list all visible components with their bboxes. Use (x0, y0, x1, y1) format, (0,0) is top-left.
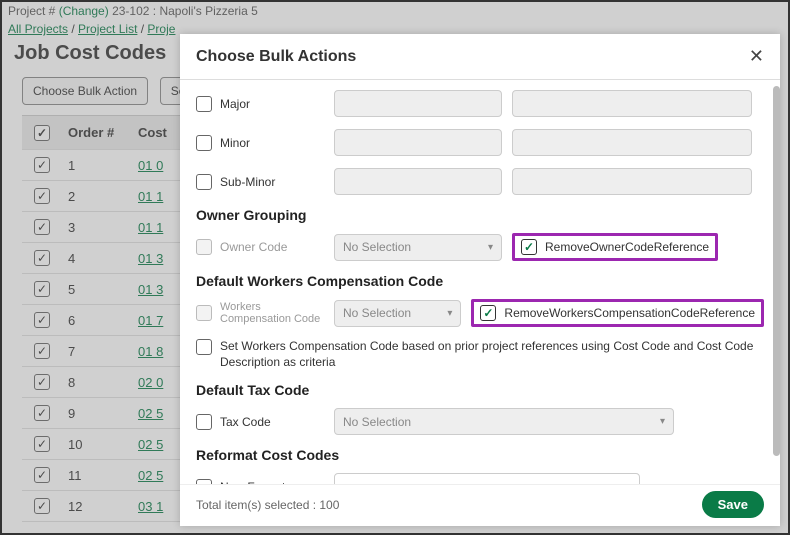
wc-heading: Default Workers Compensation Code (196, 273, 764, 289)
reformat-heading: Reformat Cost Codes (196, 447, 764, 463)
major-checkbox[interactable] (196, 96, 212, 112)
remove-owner-checkbox[interactable] (521, 239, 537, 255)
chevron-down-icon (620, 480, 631, 484)
modal-title: Choose Bulk Actions (196, 48, 356, 66)
remove-wc-label: RemoveWorkersCompensationCodeReference (504, 306, 755, 320)
owner-code-dropdown[interactable]: No Selection (334, 234, 502, 261)
remove-wc-checkbox[interactable] (480, 305, 496, 321)
tax-heading: Default Tax Code (196, 382, 764, 398)
new-format-checkbox[interactable] (196, 479, 212, 484)
remove-owner-highlight: RemoveOwnerCodeReference (512, 233, 718, 261)
subminor-input-2[interactable] (512, 168, 752, 195)
clear-icon[interactable]: x (610, 480, 616, 484)
owner-grouping-heading: Owner Grouping (196, 207, 764, 223)
minor-label: Minor (220, 136, 250, 150)
bulk-actions-modal: Choose Bulk Actions ✕ Major Minor Sub-Mi… (180, 34, 780, 526)
new-format-dropdown[interactable]: x (334, 473, 640, 484)
owner-code-checkbox[interactable] (196, 239, 212, 255)
tax-code-label: Tax Code (220, 415, 271, 429)
subminor-input-1[interactable] (334, 168, 502, 195)
close-icon[interactable]: ✕ (749, 46, 764, 67)
set-wc-note-checkbox[interactable] (196, 339, 212, 355)
major-input-2[interactable] (512, 90, 752, 117)
new-format-label: New Format (220, 480, 285, 484)
scrollbar[interactable] (773, 86, 780, 456)
set-wc-note-label: Set Workers Compensation Code based on p… (220, 339, 764, 370)
minor-checkbox[interactable] (196, 135, 212, 151)
save-button[interactable]: Save (702, 491, 764, 518)
subminor-label: Sub-Minor (220, 175, 275, 189)
remove-owner-label: RemoveOwnerCodeReference (545, 240, 709, 254)
major-label: Major (220, 97, 250, 111)
wc-checkbox[interactable] (196, 305, 212, 321)
minor-input-2[interactable] (512, 129, 752, 156)
tax-code-dropdown[interactable]: No Selection (334, 408, 674, 435)
subminor-checkbox[interactable] (196, 174, 212, 190)
wc-dropdown[interactable]: No Selection (334, 300, 461, 327)
total-selected-label: Total item(s) selected : 100 (196, 498, 339, 512)
owner-code-label: Owner Code (220, 240, 287, 254)
major-input-1[interactable] (334, 90, 502, 117)
wc-label: Workers Compensation Code (220, 301, 324, 325)
minor-input-1[interactable] (334, 129, 502, 156)
remove-wc-highlight: RemoveWorkersCompensationCodeReference (471, 299, 764, 327)
tax-code-checkbox[interactable] (196, 414, 212, 430)
